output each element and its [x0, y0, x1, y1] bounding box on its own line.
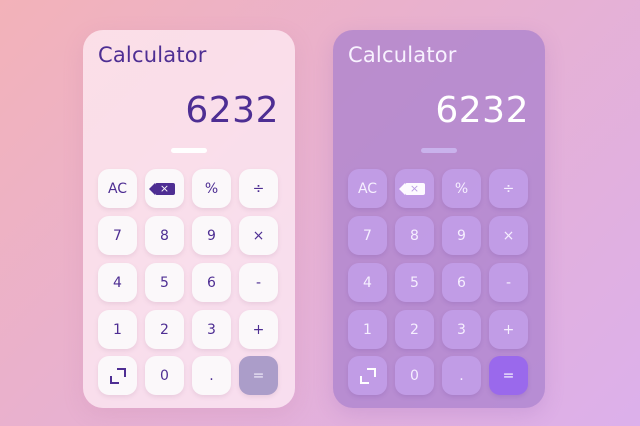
equals-button[interactable]: = [489, 356, 528, 395]
digit-5-button[interactable]: 5 [395, 263, 434, 302]
backspace-button[interactable]: × [145, 169, 184, 208]
digit-0-button[interactable]: 0 [395, 356, 434, 395]
display-value: 6232 [185, 90, 279, 131]
divide-button[interactable]: ÷ [239, 169, 278, 208]
digit-0-button[interactable]: 0 [145, 356, 184, 395]
percent-button[interactable]: % [442, 169, 481, 208]
app-title: Calculator [348, 43, 457, 67]
digit-4-button[interactable]: 4 [348, 263, 387, 302]
expand-button[interactable] [348, 356, 387, 395]
digit-2-button[interactable]: 2 [395, 310, 434, 349]
display-value: 6232 [435, 90, 529, 131]
clear-button[interactable]: AC [98, 169, 137, 208]
multiply-button[interactable]: × [489, 216, 528, 255]
plus-button[interactable]: + [489, 310, 528, 349]
clear-button[interactable]: AC [348, 169, 387, 208]
expand-icon [359, 367, 376, 384]
digit-3-button[interactable]: 3 [442, 310, 481, 349]
divide-button[interactable]: ÷ [489, 169, 528, 208]
expand-button[interactable] [98, 356, 137, 395]
digit-2-button[interactable]: 2 [145, 310, 184, 349]
multiply-button[interactable]: × [239, 216, 278, 255]
calculator-light: Calculator 6232 AC × % ÷ 7 8 9 × 4 5 6 -… [83, 30, 295, 408]
digit-9-button[interactable]: 9 [442, 216, 481, 255]
digit-3-button[interactable]: 3 [192, 310, 231, 349]
decimal-button[interactable]: . [192, 356, 231, 395]
percent-button[interactable]: % [192, 169, 231, 208]
drag-handle[interactable] [171, 148, 207, 153]
digit-6-button[interactable]: 6 [442, 263, 481, 302]
digit-8-button[interactable]: 8 [395, 216, 434, 255]
calculator-dark: Calculator 6232 AC × % ÷ 7 8 9 × 4 5 6 -… [333, 30, 545, 408]
digit-9-button[interactable]: 9 [192, 216, 231, 255]
equals-button[interactable]: = [239, 356, 278, 395]
drag-handle[interactable] [421, 148, 457, 153]
backspace-button[interactable]: × [395, 169, 434, 208]
digit-1-button[interactable]: 1 [98, 310, 137, 349]
decimal-button[interactable]: . [442, 356, 481, 395]
digit-1-button[interactable]: 1 [348, 310, 387, 349]
digit-5-button[interactable]: 5 [145, 263, 184, 302]
digit-4-button[interactable]: 4 [98, 263, 137, 302]
app-title: Calculator [98, 43, 207, 67]
minus-button[interactable]: - [239, 263, 278, 302]
digit-8-button[interactable]: 8 [145, 216, 184, 255]
plus-button[interactable]: + [239, 310, 278, 349]
backspace-icon: × [148, 182, 175, 195]
digit-7-button[interactable]: 7 [98, 216, 137, 255]
digit-7-button[interactable]: 7 [348, 216, 387, 255]
minus-button[interactable]: - [489, 263, 528, 302]
backspace-icon: × [398, 182, 425, 195]
digit-6-button[interactable]: 6 [192, 263, 231, 302]
expand-icon [109, 367, 126, 384]
